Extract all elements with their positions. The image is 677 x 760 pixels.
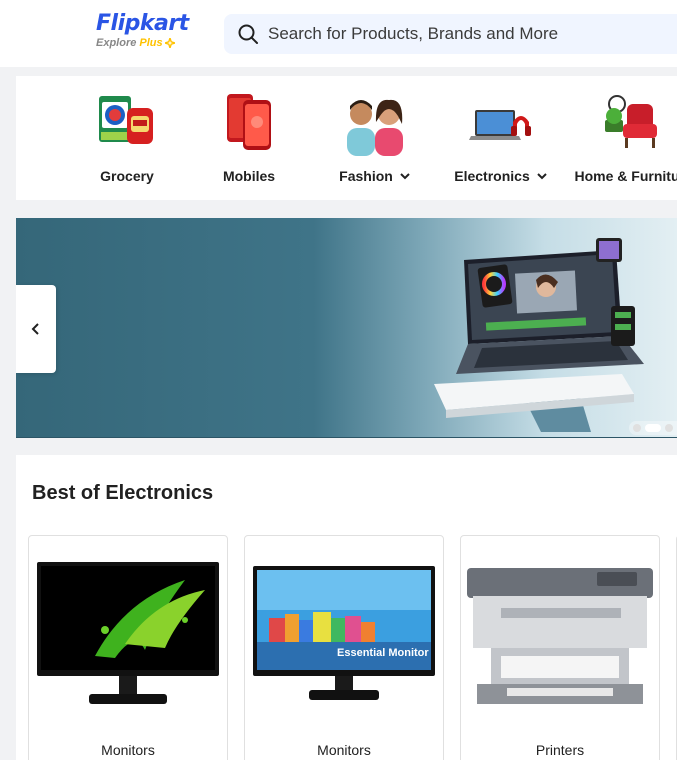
product-card[interactable]: Essential Monitor Monitors — [244, 535, 444, 760]
logo-explore-text: Explore — [96, 37, 137, 49]
category-label: Electronics — [454, 168, 547, 184]
fashion-icon — [347, 99, 403, 156]
carousel-dots — [629, 421, 677, 435]
promo-banner[interactable] — [16, 218, 677, 438]
logo-tagline: Explore Plus — [96, 37, 192, 49]
category-electronics[interactable]: Electronics — [443, 76, 559, 200]
category-home-furniture[interactable]: Home & Furnitu — [572, 76, 677, 200]
header: Flipkart Explore Plus — [0, 0, 677, 67]
chevron-left-icon — [31, 323, 39, 335]
flipkart-logo[interactable]: Flipkart Explore Plus — [96, 12, 192, 54]
category-nav: Grocery Mobiles Fashion Electronics Home… — [16, 76, 677, 200]
category-mobiles[interactable]: Mobiles — [209, 76, 289, 200]
category-grocery[interactable]: Grocery — [87, 76, 167, 200]
carousel-dot[interactable] — [665, 424, 673, 432]
grocery-icon — [99, 96, 153, 144]
product-card[interactable]: Printers — [460, 535, 660, 760]
monitor-screen-text: Essential Monitor — [337, 647, 429, 659]
search-input[interactable] — [268, 24, 668, 44]
monitor-image — [37, 562, 219, 704]
section-title: Best of Electronics — [32, 482, 214, 504]
product-label: Monitors — [317, 742, 371, 758]
mobiles-icon — [227, 94, 271, 150]
carousel-dot[interactable] — [633, 424, 641, 432]
monitor-image: Essential Monitor — [253, 566, 435, 700]
category-fashion[interactable]: Fashion — [327, 76, 423, 200]
product-card[interactable]: Monitors — [28, 535, 228, 760]
chevron-down-icon[interactable] — [399, 170, 411, 182]
electronics-icon — [469, 110, 531, 140]
product-label: Printers — [535, 742, 585, 758]
search-bar[interactable] — [224, 14, 677, 54]
best-of-electronics-section: Best of Electronics Monitors Essential M… — [16, 455, 677, 760]
plus-star-icon — [164, 38, 175, 48]
carousel-dot-active[interactable] — [645, 424, 661, 432]
category-label: Home & Furnitu — [574, 168, 677, 184]
printer-image — [467, 568, 653, 704]
product-label: Monitors — [101, 742, 155, 758]
banner-prev-button[interactable] — [16, 285, 56, 373]
logo-plus-text: Plus — [139, 37, 163, 49]
home-furniture-icon — [605, 95, 657, 148]
category-label: Grocery — [100, 168, 154, 184]
search-icon[interactable] — [236, 22, 260, 46]
category-label: Mobiles — [222, 168, 276, 184]
chevron-down-icon[interactable] — [536, 170, 548, 182]
logo-text: Flipkart — [96, 11, 189, 36]
laptop-illustration — [434, 238, 644, 432]
category-label: Fashion — [339, 168, 411, 184]
